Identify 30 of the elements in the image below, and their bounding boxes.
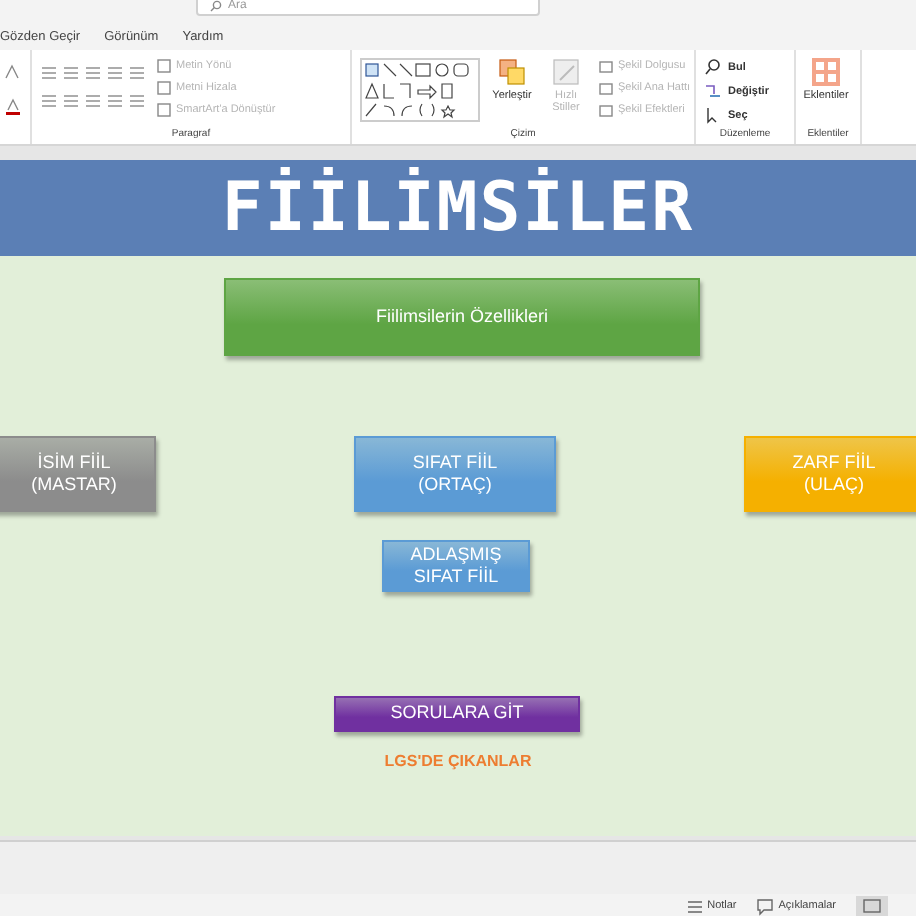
slide-button[interactable]: ZARF FİİL (ULAÇ) [744,436,916,512]
align-center-icon[interactable] [62,92,80,110]
notes-icon [685,897,704,915]
indent-icon[interactable] [84,64,102,82]
slide-button[interactable]: SIFAT FİİL (ORTAÇ) [354,436,556,512]
align-left-icon[interactable] [40,92,58,110]
shapes-gallery[interactable] [360,58,480,122]
slide-link[interactable]: LGS'DE ÇIKANLAR [340,748,576,772]
replace-icon [704,82,722,100]
slide-button[interactable]: Fiilimsilerin Özellikleri [224,278,700,356]
search-icon [704,58,722,76]
line-spacing-icon[interactable] [128,64,146,82]
bullets-icon[interactable] [40,64,58,82]
outdent-icon[interactable] [106,64,124,82]
grid-icon [812,58,840,86]
align-right-icon[interactable] [84,92,102,110]
slide-title: FİİLİMSİLER [0,160,916,256]
text-highlight-icon[interactable] [4,98,22,116]
slide-button[interactable]: ADLAŞMIŞ SIFAT FİİL [382,540,530,592]
numbering-icon[interactable] [62,64,80,82]
search-icon [210,0,222,12]
notes-pane[interactable] [0,840,916,894]
font-color-icon[interactable] [4,64,22,82]
slide-button[interactable]: SORULARA GİT [334,696,580,732]
comment-icon [756,897,775,915]
justify-icon[interactable] [106,92,124,110]
columns-icon[interactable] [128,92,146,110]
arrange-icon [498,58,526,86]
slide-button[interactable]: İSİM FİİL (MASTAR) [0,436,156,512]
cursor-icon [704,106,722,124]
